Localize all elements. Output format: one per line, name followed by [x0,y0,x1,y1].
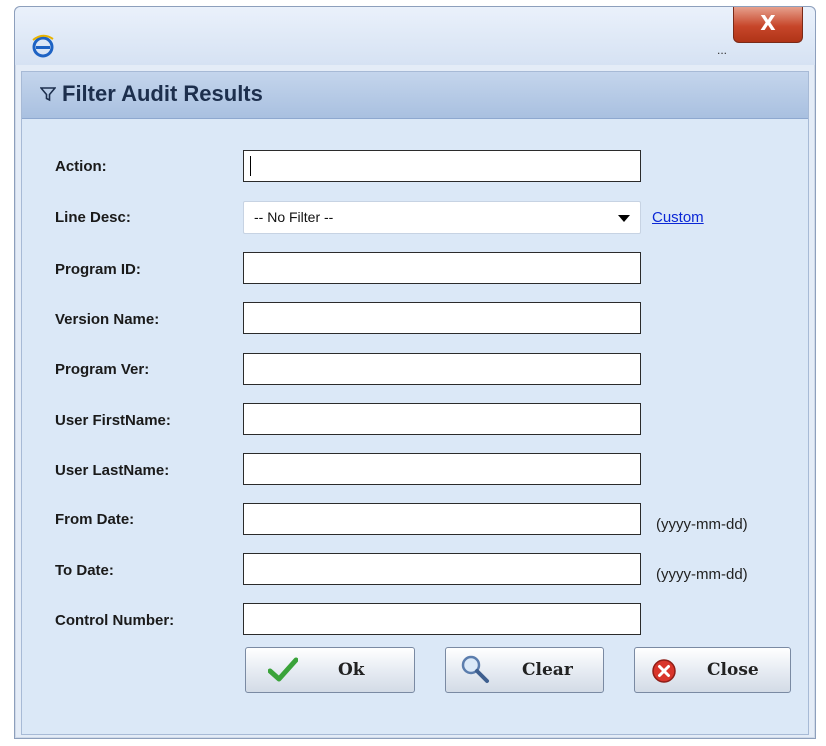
to-date-label: To Date: [55,562,114,579]
close-circle-icon [651,658,677,688]
clear-button[interactable]: Clear [445,647,604,693]
control-number-label: Control Number: [55,612,175,629]
to-date-input[interactable] [243,553,641,585]
line-desc-selected-value: -- No Filter -- [254,209,334,225]
ie-icon [31,34,55,58]
close-icon: X [760,11,776,35]
checkmark-icon [267,657,299,687]
program-ver-label: Program Ver: [55,361,150,378]
panel-header: Filter Audit Results [22,72,808,119]
from-date-label: From Date: [55,511,135,528]
version-name-input[interactable] [243,302,641,334]
window-close-button[interactable]: X [733,7,803,43]
to-date-format-hint: (yyyy-mm-dd) [656,566,748,583]
funnel-icon [39,86,57,106]
action-input[interactable] [243,150,641,182]
panel-title: Filter Audit Results [62,81,263,106]
clear-button-label: Clear [522,660,573,680]
filter-dialog-window: ... X Filter Audit Results Action: Line … [14,6,816,739]
dropdown-arrow-icon [618,215,630,222]
control-number-input[interactable] [243,603,641,635]
title-ellipsis: ... [717,43,728,57]
program-ver-input[interactable] [243,353,641,385]
user-lastname-label: User LastName: [55,462,170,479]
action-label: Action: [55,158,107,175]
line-desc-select[interactable]: -- No Filter -- [243,201,641,234]
version-name-label: Version Name: [55,311,160,328]
line-desc-label: Line Desc: [55,209,131,226]
program-id-label: Program ID: [55,261,141,278]
user-lastname-input[interactable] [243,453,641,485]
user-firstname-label: User FirstName: [55,412,171,429]
from-date-format-hint: (yyyy-mm-dd) [656,516,748,533]
title-bar: ... X [15,7,815,65]
close-button[interactable]: Close [634,647,791,693]
text-cursor [250,156,251,176]
close-button-label: Close [707,660,759,680]
magnifier-icon [460,654,490,688]
ok-button-label: Ok [338,660,365,680]
custom-link[interactable]: Custom [652,209,704,226]
ok-button[interactable]: Ok [245,647,415,693]
user-firstname-input[interactable] [243,403,641,435]
from-date-input[interactable] [243,503,641,535]
filter-panel: Filter Audit Results Action: Line Desc: … [21,71,809,735]
program-id-input[interactable] [243,252,641,284]
